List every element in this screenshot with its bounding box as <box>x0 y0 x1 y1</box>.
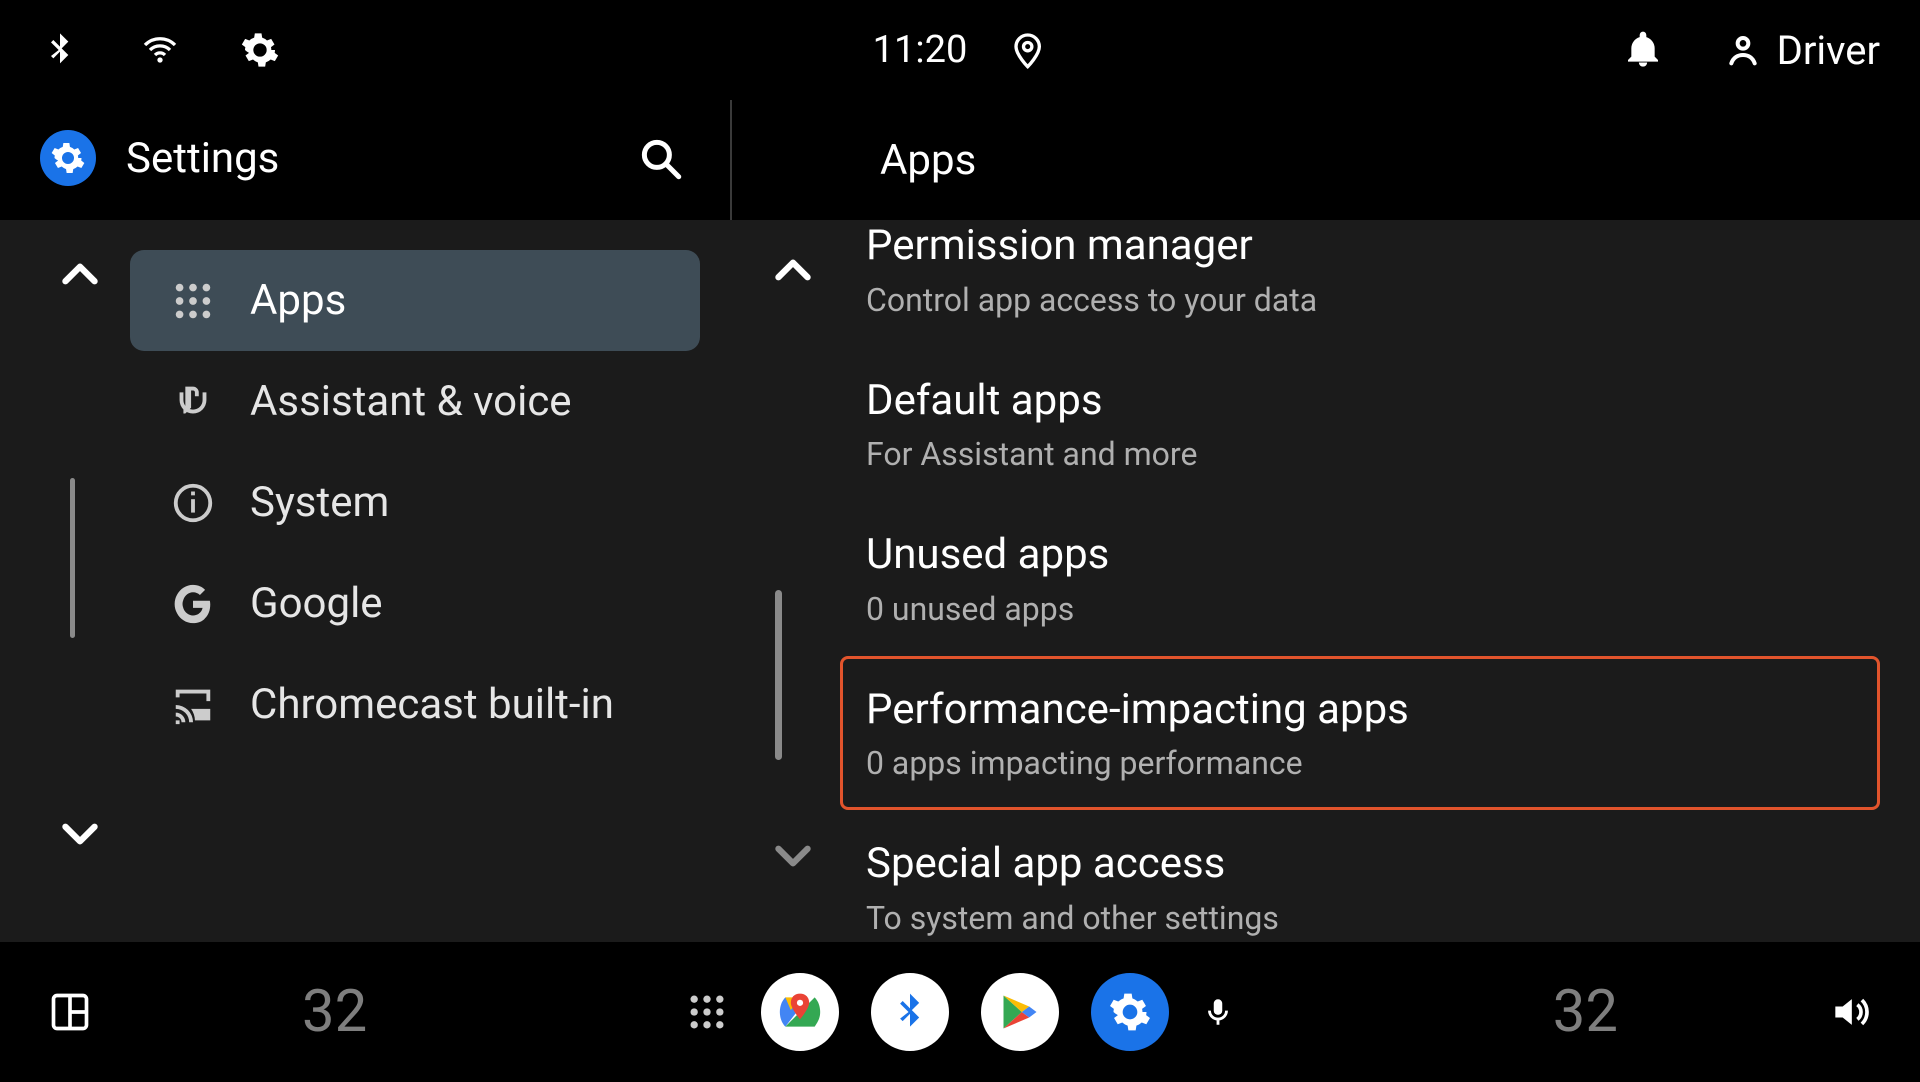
apps-detail-pane: Apps Permission manager Control app acce… <box>730 100 1920 942</box>
sidebar-item-assistant[interactable]: Assistant & voice <box>130 351 700 452</box>
right-scroll-indicator <box>775 590 782 760</box>
detail-item-title: Permission manager <box>866 220 1854 273</box>
status-bar: 11:20 Driver <box>0 0 1920 100</box>
notifications-icon[interactable] <box>1623 30 1663 70</box>
sidebar-item-label: Apps <box>250 276 346 325</box>
scroll-down-button[interactable] <box>55 808 105 858</box>
cast-icon <box>170 682 216 728</box>
settings-header: Settings <box>0 100 730 216</box>
user-icon <box>1723 30 1763 70</box>
sidebar-item-label: System <box>250 478 389 527</box>
bluetooth-app-button[interactable] <box>871 973 949 1051</box>
assistant-voice-icon <box>170 379 216 425</box>
bluetooth-icon <box>40 30 80 70</box>
sidebar-item-apps[interactable]: Apps <box>130 250 700 351</box>
sidebar-item-label: Assistant & voice <box>250 377 572 426</box>
detail-item-subtitle: 0 apps impacting performance <box>866 744 1854 782</box>
bottom-bar-right: 32 <box>1553 978 1872 1046</box>
detail-item-title: Performance-impacting apps <box>866 684 1854 737</box>
google-icon <box>170 581 216 627</box>
play-store-button[interactable] <box>981 973 1059 1051</box>
sidebar-item-system[interactable]: System <box>130 452 700 553</box>
brightness-icon <box>240 30 280 70</box>
profile-button[interactable]: Driver <box>1723 27 1880 74</box>
search-button[interactable] <box>635 133 685 183</box>
detail-scroll-up-button[interactable] <box>768 246 818 296</box>
detail-item-subtitle: For Assistant and more <box>866 435 1854 473</box>
mic-icon[interactable] <box>1201 995 1235 1029</box>
temp-right[interactable]: 32 <box>1553 978 1618 1046</box>
bottom-bar-left: 32 <box>48 978 367 1046</box>
detail-item-permission-manager[interactable]: Permission manager Control app access to… <box>840 220 1880 347</box>
detail-item-title: Unused apps <box>866 529 1854 582</box>
detail-header: Apps <box>730 100 1920 221</box>
location-icon <box>1007 30 1047 70</box>
detail-item-subtitle: 0 unused apps <box>866 590 1854 628</box>
detail-item-title: Special app access <box>866 838 1854 891</box>
sidebar-item-label: Chromecast built-in <box>250 680 614 729</box>
detail-item-title: Default apps <box>866 375 1854 428</box>
app-launcher-icon[interactable] <box>685 990 729 1034</box>
settings-sidebar: Settings Apps Assistant & voice System G… <box>0 100 730 942</box>
status-left <box>40 30 280 70</box>
detail-list-bg: Permission manager Control app access to… <box>730 220 1920 942</box>
detail-list: Permission manager Control app access to… <box>840 220 1880 942</box>
settings-title: Settings <box>126 134 605 183</box>
detail-item-subtitle: To system and other settings <box>866 899 1854 937</box>
detail-title: Apps <box>880 136 976 185</box>
detail-item-default-apps[interactable]: Default apps For Assistant and more <box>840 347 1880 502</box>
settings-app-icon <box>40 130 96 186</box>
sidebar-item-google[interactable]: Google <box>130 553 700 654</box>
apps-grid-icon <box>170 278 216 324</box>
temp-left[interactable]: 32 <box>302 978 367 1046</box>
profile-name: Driver <box>1777 27 1880 74</box>
wifi-icon <box>140 30 180 70</box>
status-right: Driver <box>1623 27 1880 74</box>
bottom-bar: 32 32 <box>0 942 1920 1082</box>
dashboard-icon[interactable] <box>48 990 92 1034</box>
bottom-bar-center <box>685 973 1235 1051</box>
sidebar-item-label: Google <box>250 579 383 628</box>
maps-app-button[interactable] <box>761 973 839 1051</box>
clock: 11:20 <box>873 28 968 72</box>
detail-item-subtitle: Control app access to your data <box>866 281 1854 319</box>
status-center: 11:20 <box>873 28 1048 72</box>
detail-item-unused-apps[interactable]: Unused apps 0 unused apps <box>840 501 1880 656</box>
detail-item-performance-apps[interactable]: Performance-impacting apps 0 apps impact… <box>840 656 1880 811</box>
info-icon <box>170 480 216 526</box>
sidebar-item-chromecast[interactable]: Chromecast built-in <box>130 654 700 755</box>
volume-icon[interactable] <box>1828 990 1872 1034</box>
settings-app-button[interactable] <box>1091 973 1169 1051</box>
detail-item-special-access[interactable]: Special app access To system and other s… <box>840 810 1880 942</box>
detail-scroll-down-button[interactable] <box>768 830 818 880</box>
